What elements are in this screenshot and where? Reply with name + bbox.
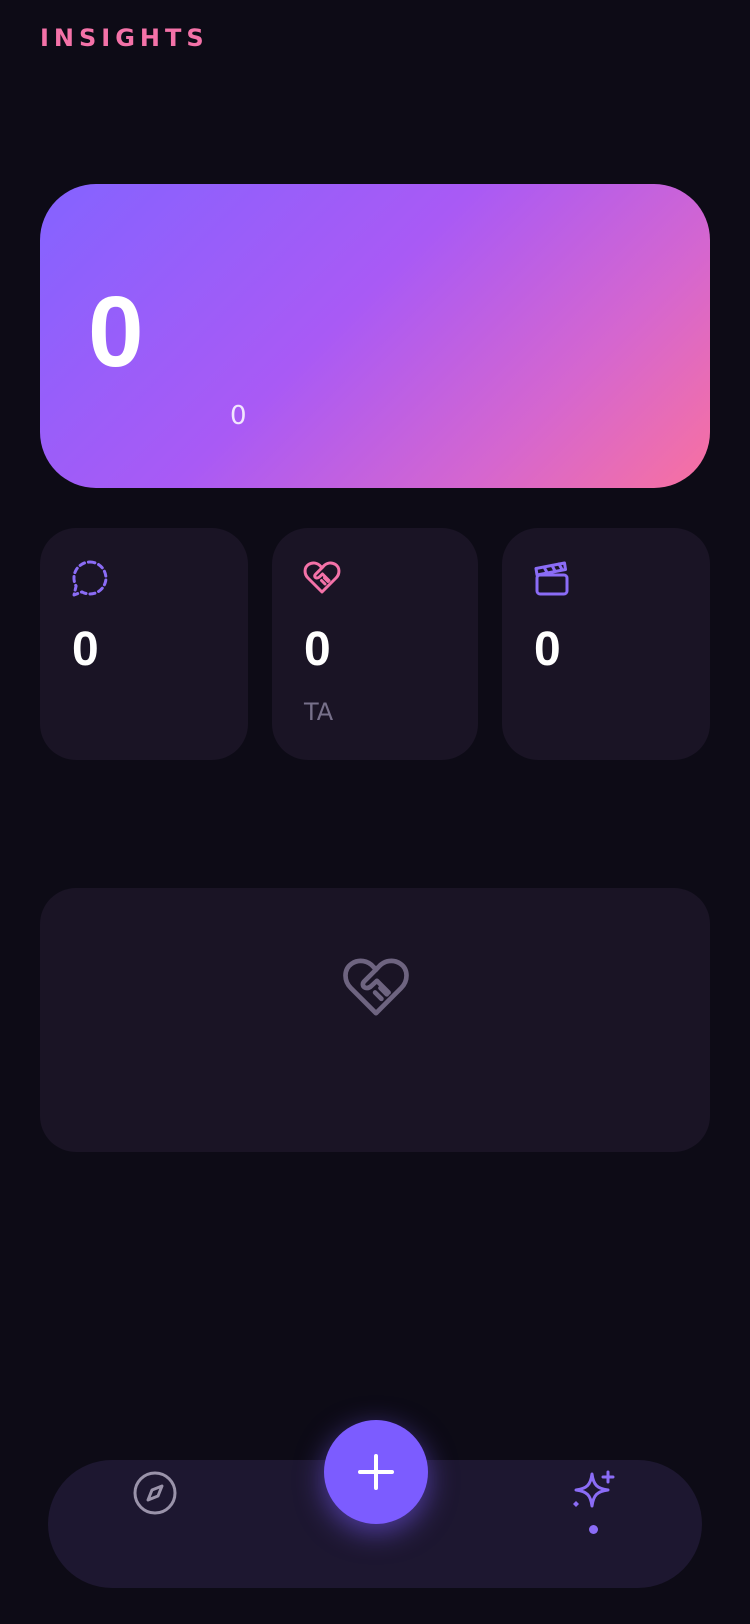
hero-value: 0: [88, 276, 144, 388]
hero-sub-value: 0: [230, 401, 247, 431]
stat-card-media[interactable]: 0: [502, 528, 710, 760]
clapperboard-icon: [534, 561, 569, 596]
chat-bubble-dashed-icon: [72, 560, 108, 597]
stat-sub: TA: [304, 698, 334, 726]
hero-card: 0 0: [40, 184, 710, 488]
stat-value: 0: [72, 623, 99, 676]
plus-icon: [358, 1454, 394, 1490]
stat-value: 0: [304, 623, 331, 676]
header-title: INSIGHTS: [40, 24, 209, 52]
stat-card-matches[interactable]: 0 TA: [272, 528, 478, 760]
add-button[interactable]: [324, 1420, 428, 1524]
heart-handshake-icon: [343, 958, 409, 1016]
stat-value: 0: [534, 623, 561, 676]
stat-card-conversations[interactable]: 0: [40, 528, 248, 760]
sparkles-icon[interactable]: [568, 1468, 618, 1518]
active-nav-indicator: [589, 1525, 598, 1534]
empty-state-panel: [40, 888, 710, 1152]
heart-handshake-icon: [303, 561, 341, 594]
compass-icon[interactable]: [130, 1468, 180, 1518]
